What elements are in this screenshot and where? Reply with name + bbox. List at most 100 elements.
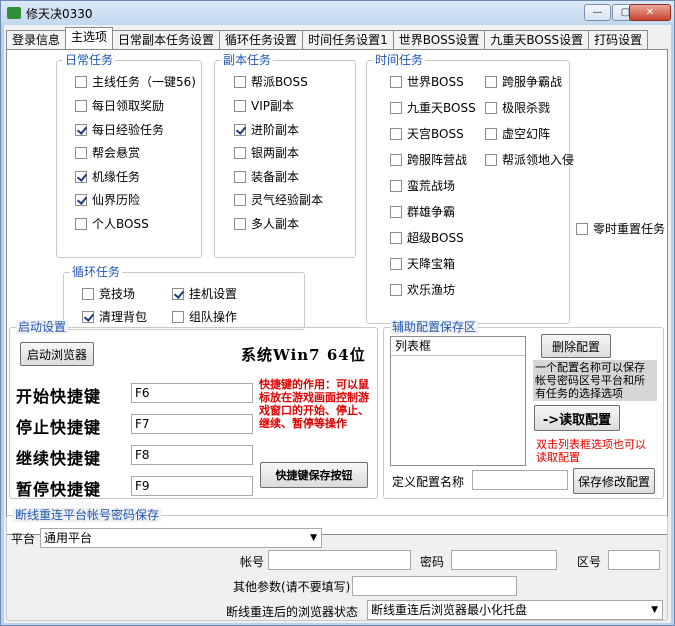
tab-captcha-settings[interactable]: 打码设置 bbox=[588, 30, 649, 49]
loop-task-group: 循环任务 竞技场 挂机设置 清理背包 组队操作 bbox=[63, 265, 305, 330]
platform-label: 平台 bbox=[11, 532, 36, 546]
loop-task-legend: 循环任务 bbox=[70, 265, 123, 279]
app-icon bbox=[7, 7, 21, 19]
super-boss-checkbox[interactable]: 超级BOSS bbox=[390, 229, 464, 246]
auto-battle-settings-checkbox[interactable]: 挂机设置 bbox=[172, 285, 237, 302]
daily-exp-checkbox[interactable]: 每日经验任务 bbox=[75, 121, 164, 138]
reconnect-legend: 断线重连平台帐号密码保存 bbox=[13, 508, 162, 522]
zone-input[interactable] bbox=[608, 550, 660, 570]
tab-daily-dungeon-settings[interactable]: 日常副本任务设置 bbox=[112, 30, 221, 49]
checkbox-box bbox=[390, 127, 402, 140]
delete-config-button[interactable]: 删除配置 bbox=[541, 334, 611, 358]
checkbox-box bbox=[75, 217, 87, 230]
stop-hotkey-input[interactable]: F7 bbox=[131, 414, 253, 434]
reconnect-group: 断线重连平台帐号密码保存 平台 通用平台 ▼ 帐号 密码 区号 其他参数(请不要… bbox=[6, 508, 668, 621]
checkbox-box bbox=[172, 287, 184, 300]
checkbox-box bbox=[75, 123, 87, 136]
pause-hotkey-label: 暂停快捷键 bbox=[16, 480, 102, 499]
arena-checkbox[interactable]: 竞技场 bbox=[82, 285, 135, 302]
browser-state-select[interactable]: 断线重连后浏览器最小化托盘 ▼ bbox=[367, 600, 663, 620]
launch-browser-button[interactable]: 启动浏览器 bbox=[20, 342, 94, 366]
world-boss-checkbox[interactable]: 世界BOSS bbox=[390, 73, 464, 90]
chevron-down-icon: ▼ bbox=[651, 605, 658, 615]
tab-login-info[interactable]: 登录信息 bbox=[6, 30, 67, 49]
pause-hotkey-input[interactable]: F9 bbox=[131, 476, 253, 496]
guild-invasion-checkbox[interactable]: 帮派领地入侵 bbox=[485, 151, 574, 168]
fairy-adventure-checkbox[interactable]: 仙界历险 bbox=[75, 191, 140, 208]
other-params-input[interactable] bbox=[352, 576, 517, 596]
equipment-dungeon-checkbox[interactable]: 装备副本 bbox=[234, 168, 299, 185]
advance-dungeon-checkbox[interactable]: 进阶副本 bbox=[234, 121, 299, 138]
midnight-reset-checkbox[interactable]: 零时重置任务 bbox=[576, 220, 665, 237]
checkbox-box bbox=[234, 217, 246, 230]
read-config-button[interactable]: ->读取配置 bbox=[534, 405, 620, 431]
vip-dungeon-checkbox[interactable]: VIP副本 bbox=[234, 97, 294, 114]
config-save-legend: 辅助配置保存区 bbox=[390, 320, 479, 334]
chevron-down-icon: ▼ bbox=[310, 533, 317, 543]
guild-bounty-checkbox[interactable]: 帮会悬赏 bbox=[75, 144, 140, 161]
guild-boss-checkbox[interactable]: 帮派BOSS bbox=[234, 73, 308, 90]
tab-loop-task-settings[interactable]: 循环任务设置 bbox=[219, 30, 304, 49]
checkbox-box bbox=[234, 193, 246, 206]
cross-server-camp-checkbox[interactable]: 跨服阵营战 bbox=[390, 151, 467, 168]
password-input[interactable] bbox=[451, 550, 557, 570]
heroes-contest-checkbox[interactable]: 群雄争霸 bbox=[390, 203, 455, 220]
browser-state-label: 断线重连后的浏览器状态 bbox=[226, 605, 359, 619]
checkbox-box bbox=[234, 75, 246, 88]
checkbox-box bbox=[390, 257, 402, 270]
wild-battlefield-checkbox[interactable]: 蛮荒战场 bbox=[390, 177, 455, 194]
close-button[interactable]: ✕ bbox=[629, 4, 671, 21]
checkbox-box bbox=[390, 75, 402, 88]
dungeon-task-group: 副本任务 帮派BOSS VIP副本 进阶副本 银两副本 装备副本 灵气经验副本 … bbox=[214, 53, 356, 258]
tab-main-options[interactable]: 主选项 bbox=[65, 27, 114, 49]
stop-hotkey-label: 停止快捷键 bbox=[16, 418, 102, 437]
minimize-button[interactable]: — bbox=[584, 4, 611, 21]
main-window: 修天决0330 — ▢ ✕ 登录信息 主选项 日常副本任务设置 循环任务设置 时… bbox=[0, 0, 675, 626]
checkbox-box bbox=[234, 146, 246, 159]
multiplayer-dungeon-checkbox[interactable]: 多人副本 bbox=[234, 215, 299, 232]
account-input[interactable] bbox=[268, 550, 411, 570]
daily-task-group: 日常任务 主线任务（一键56) 每日领取奖励 每日经验任务 帮会悬赏 机缘任务 … bbox=[56, 53, 202, 258]
ninefold-boss-checkbox[interactable]: 九重天BOSS bbox=[390, 99, 476, 116]
zone-label: 区号 bbox=[577, 555, 602, 569]
config-name-input[interactable] bbox=[472, 470, 568, 490]
account-label: 帐号 bbox=[240, 555, 265, 569]
daily-reward-checkbox[interactable]: 每日领取奖励 bbox=[75, 97, 164, 114]
checkbox-box bbox=[75, 170, 87, 183]
startup-settings-legend: 启动设置 bbox=[16, 320, 69, 334]
palace-boss-checkbox[interactable]: 天宫BOSS bbox=[390, 125, 464, 142]
tab-ninefold-boss-settings[interactable]: 九重天BOSS设置 bbox=[484, 30, 590, 49]
clean-bag-checkbox[interactable]: 清理背包 bbox=[82, 308, 147, 325]
save-config-button[interactable]: 保存修改配置 bbox=[573, 468, 655, 494]
checkbox-box bbox=[75, 75, 87, 88]
sky-treasure-checkbox[interactable]: 天降宝箱 bbox=[390, 255, 455, 272]
personal-boss-checkbox[interactable]: 个人BOSS bbox=[75, 215, 149, 232]
checkbox-box bbox=[390, 283, 402, 296]
checkbox-box bbox=[75, 193, 87, 206]
checkbox-box bbox=[390, 205, 402, 218]
void-illusion-checkbox[interactable]: 虚空幻阵 bbox=[485, 125, 550, 142]
resume-hotkey-input[interactable]: F8 bbox=[131, 445, 253, 465]
checkbox-box bbox=[485, 101, 497, 114]
daily-main-quest-checkbox[interactable]: 主线任务（一键56) bbox=[75, 73, 196, 90]
client-area: 登录信息 主选项 日常副本任务设置 循环任务设置 时间任务设置1 世界BOSS设… bbox=[4, 25, 671, 623]
team-operation-checkbox[interactable]: 组队操作 bbox=[172, 308, 237, 325]
checkbox-box bbox=[172, 310, 184, 323]
tab-time-task-settings[interactable]: 时间任务设置1 bbox=[302, 30, 394, 49]
spirit-exp-dungeon-checkbox[interactable]: 灵气经验副本 bbox=[234, 191, 323, 208]
checkbox-box bbox=[485, 127, 497, 140]
double-click-note: 双击列表框选项也可以读取配置 bbox=[536, 438, 646, 464]
config-listbox[interactable]: 列表框 bbox=[390, 336, 526, 466]
cross-server-war-checkbox[interactable]: 跨服争霸战 bbox=[485, 73, 562, 90]
start-hotkey-input[interactable]: F6 bbox=[131, 383, 253, 403]
system-info-text: 系统Win7 64位 bbox=[241, 346, 366, 364]
platform-select[interactable]: 通用平台 ▼ bbox=[40, 528, 322, 548]
silver-dungeon-checkbox[interactable]: 银两副本 bbox=[234, 144, 299, 161]
happy-fishing-checkbox[interactable]: 欢乐渔坊 bbox=[390, 281, 455, 298]
save-hotkey-button[interactable]: 快捷键保存按钮 bbox=[260, 462, 368, 488]
extreme-slaughter-checkbox[interactable]: 极限杀戮 bbox=[485, 99, 550, 116]
tab-world-boss-settings[interactable]: 世界BOSS设置 bbox=[392, 30, 486, 49]
checkbox-box bbox=[75, 146, 87, 159]
fortune-task-checkbox[interactable]: 机缘任务 bbox=[75, 168, 140, 185]
time-task-legend: 时间任务 bbox=[373, 53, 426, 67]
